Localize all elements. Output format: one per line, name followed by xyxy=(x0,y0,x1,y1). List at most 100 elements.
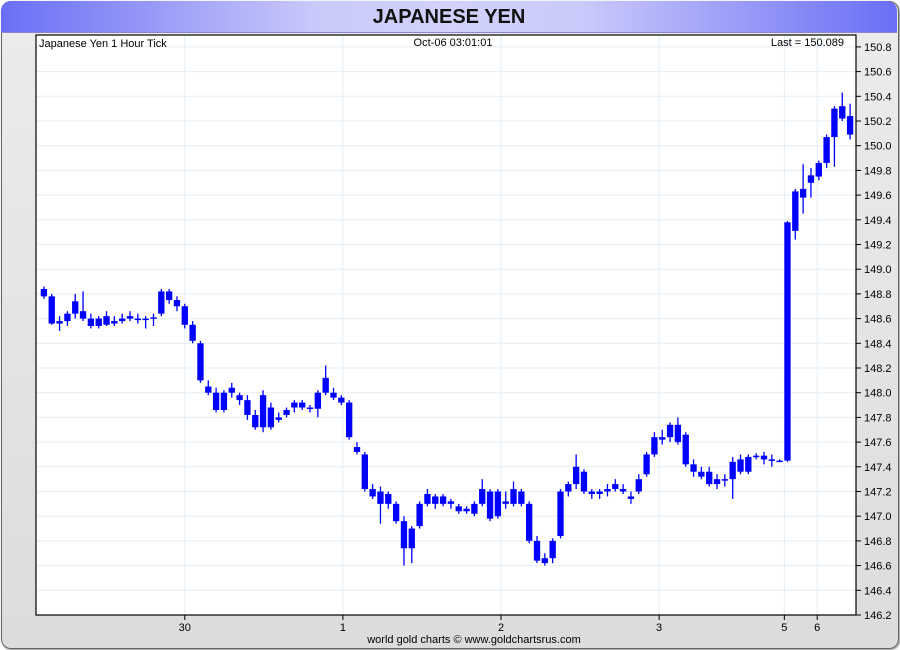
candle xyxy=(48,293,55,325)
candle-body xyxy=(119,318,126,322)
candle-body xyxy=(408,528,415,549)
candle-body xyxy=(588,491,595,494)
candle-body xyxy=(471,503,478,514)
candle-body xyxy=(432,496,439,504)
candle-body xyxy=(134,318,141,321)
candle-body xyxy=(126,316,134,319)
candle-body xyxy=(486,491,494,519)
candle-body xyxy=(252,414,259,428)
candle-body xyxy=(385,493,392,504)
candle-body xyxy=(682,434,689,465)
candle xyxy=(580,469,588,494)
y-tick-label: 150.8 xyxy=(864,42,892,54)
candle xyxy=(557,489,564,539)
y-tick-label: 149.2 xyxy=(864,240,892,252)
candle-body xyxy=(205,386,212,393)
candle-body xyxy=(776,460,783,463)
candle-body xyxy=(299,402,306,408)
y-tick-label: 146.2 xyxy=(864,610,892,622)
candle xyxy=(220,390,228,413)
candle-body xyxy=(212,392,220,410)
candle-body xyxy=(659,437,666,440)
candle xyxy=(784,221,791,462)
candle-body xyxy=(455,506,462,512)
candle-body xyxy=(259,395,267,428)
candle xyxy=(486,489,494,522)
candle-body xyxy=(95,318,102,327)
y-tick-label: 148.4 xyxy=(864,338,892,350)
candle-body xyxy=(510,489,517,504)
candle-body xyxy=(619,489,627,492)
candle xyxy=(518,489,525,507)
candle-body xyxy=(197,343,204,381)
last-price: Last = 150.089 xyxy=(771,37,844,49)
candle-body xyxy=(643,454,650,475)
x-tick-label: 6 xyxy=(814,622,820,634)
plot-area xyxy=(36,35,856,615)
y-tick-label: 146.4 xyxy=(864,585,892,597)
candle-body xyxy=(784,222,791,461)
candle xyxy=(346,400,353,440)
candle-body xyxy=(572,466,580,485)
candle xyxy=(526,501,533,544)
candle-body xyxy=(346,402,353,438)
candle-body xyxy=(760,455,768,460)
candle-body xyxy=(502,501,509,504)
y-tick-label: 149.4 xyxy=(864,215,892,227)
candle-body xyxy=(353,447,361,452)
candle-body xyxy=(713,479,721,485)
candle-body xyxy=(815,162,822,177)
candle-body xyxy=(392,503,400,522)
y-tick-label: 150.2 xyxy=(864,116,892,128)
candle-body xyxy=(753,455,760,458)
candle-body xyxy=(557,491,564,536)
candle-body xyxy=(72,301,79,314)
candle-body xyxy=(275,417,282,420)
candle xyxy=(416,501,423,529)
candle-body xyxy=(165,291,173,301)
candle-body xyxy=(322,377,329,393)
candle-body xyxy=(87,318,95,327)
candle-body xyxy=(79,311,87,319)
candlestick-chart: 146.2 146.4 146.6 146.8 147.0 147.2 147.4 147.6… xyxy=(35,34,892,646)
candle-body xyxy=(674,424,682,443)
y-tick-label: 147.4 xyxy=(864,462,892,474)
y-tick-label: 148.2 xyxy=(864,363,892,375)
candle xyxy=(823,134,830,168)
candle-body xyxy=(635,479,642,492)
x-tick-label: 2 xyxy=(498,622,504,634)
candle-body xyxy=(189,324,196,341)
y-tick-label: 150.6 xyxy=(864,67,892,79)
candle-body xyxy=(158,291,165,314)
candle xyxy=(361,451,368,492)
candle-body xyxy=(729,461,736,480)
candle-body xyxy=(111,321,118,324)
candle-body xyxy=(839,106,846,119)
candle-body xyxy=(447,501,455,504)
candle xyxy=(158,288,165,317)
y-tick-label: 147.8 xyxy=(864,412,892,424)
candle-body xyxy=(580,471,588,492)
candle-body xyxy=(721,479,729,481)
candle xyxy=(494,489,502,519)
candle-body xyxy=(799,188,807,198)
candle-body xyxy=(463,508,470,512)
y-tick-label: 147.2 xyxy=(864,487,892,499)
candle xyxy=(259,390,267,433)
candle-body xyxy=(220,392,228,410)
x-tick-label: 1 xyxy=(340,622,346,634)
candle-body xyxy=(479,489,486,504)
candle-body xyxy=(64,313,71,322)
candle-body xyxy=(56,321,63,324)
y-tick-label: 149.0 xyxy=(864,264,892,276)
candle-body xyxy=(439,496,447,504)
y-tick-label: 147.6 xyxy=(864,437,892,449)
candle-body xyxy=(103,316,110,325)
candle-body xyxy=(666,424,674,438)
candle-body xyxy=(48,296,55,324)
candle-body xyxy=(181,306,188,325)
y-tick-label: 148.0 xyxy=(864,388,892,400)
candle-body xyxy=(361,454,368,490)
candle-body xyxy=(173,300,181,307)
candle-body xyxy=(706,471,713,485)
